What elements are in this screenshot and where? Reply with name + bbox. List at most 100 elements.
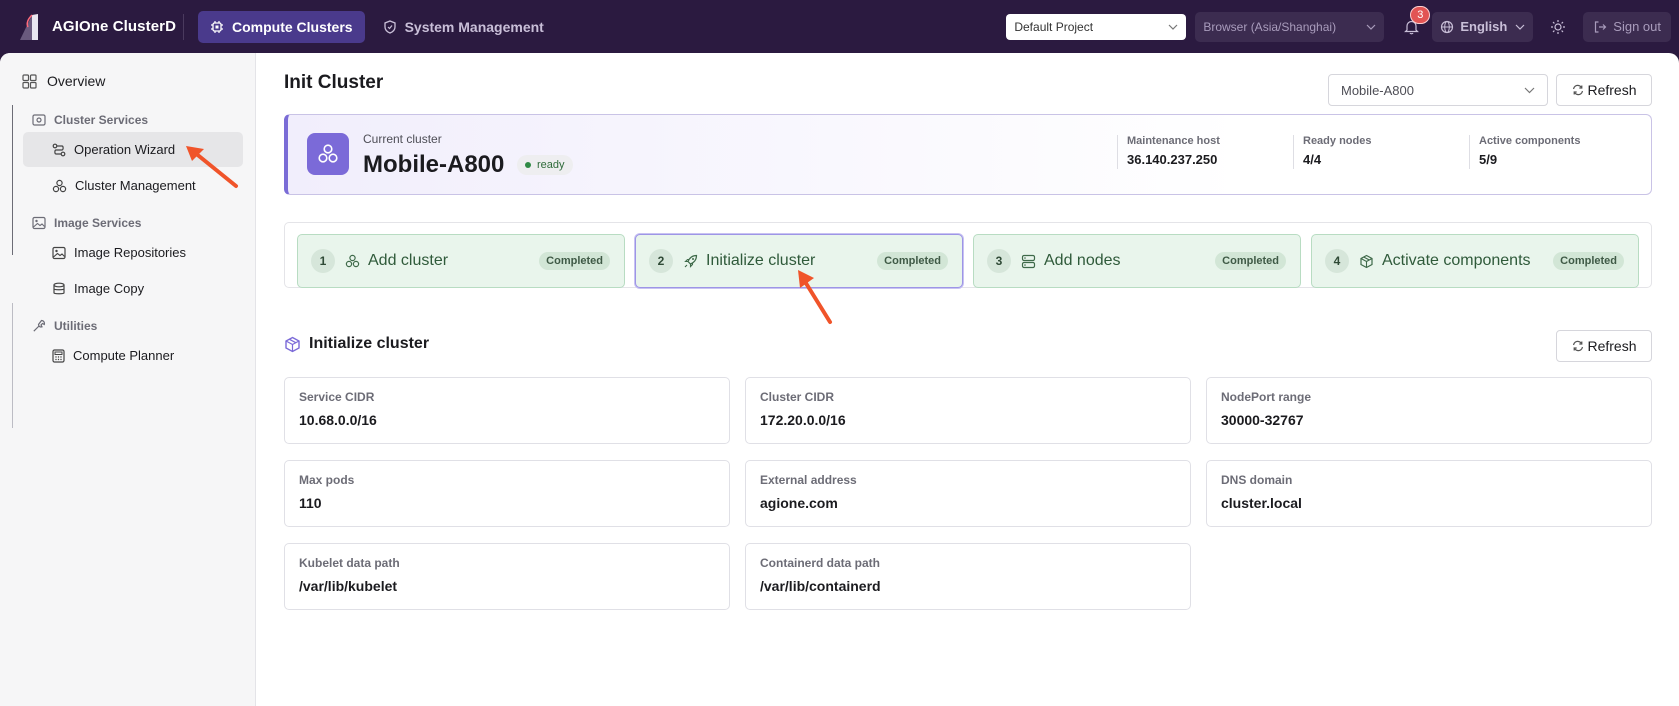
brand[interactable]: AGIOne ClusterD	[18, 13, 183, 41]
main-frame: Overview Cluster Services Operation Wiza…	[0, 53, 1679, 706]
chevron-down-icon	[1366, 24, 1376, 30]
field-label: Cluster CIDR	[760, 390, 835, 404]
sun-icon	[1551, 19, 1566, 34]
globe-icon	[1441, 20, 1454, 33]
wrench-icon	[33, 319, 46, 332]
shield-icon	[383, 19, 396, 34]
field-external-address: External address agione.com	[745, 460, 1191, 527]
step-status-badge: Completed	[877, 252, 948, 270]
server-icon	[1021, 254, 1036, 268]
sign-out-label: Sign out	[1613, 19, 1661, 34]
metric-value: 4/4	[1303, 152, 1322, 167]
field-label: Containerd data path	[760, 556, 881, 570]
field-cluster-cidr: Cluster CIDR 172.20.0.0/16	[745, 377, 1191, 444]
logout-icon	[1595, 20, 1607, 33]
sidebar-item-cluster-management[interactable]: Cluster Management	[23, 168, 243, 203]
top-navigation-bar: AGIOne ClusterD Compute Clusters System …	[0, 0, 1679, 53]
section-refresh-button[interactable]: Refresh	[1556, 330, 1652, 362]
step-label: Activate components	[1382, 252, 1531, 269]
step-status-badge: Completed	[539, 252, 610, 270]
sidebar-item-label: Image Copy	[74, 281, 145, 296]
tab-label: Compute Clusters	[232, 18, 353, 35]
step-initialize-cluster[interactable]: 2 Initialize cluster Completed	[635, 234, 963, 288]
notification-count-badge: 3	[1410, 5, 1431, 24]
current-cluster-card: Current cluster Mobile-A800 ready Mainte…	[284, 114, 1652, 195]
step-activate-components[interactable]: 4 Activate components Completed	[1311, 234, 1639, 288]
field-value: /var/lib/containerd	[760, 578, 881, 594]
status-badge: ready	[517, 155, 573, 175]
sidebar-item-label: Operation Wizard	[74, 142, 176, 157]
language-value: English	[1460, 19, 1508, 34]
tab-compute-clusters[interactable]: Compute Clusters	[198, 10, 365, 43]
field-service-cidr: Service CIDR 10.68.0.0/16	[284, 377, 730, 444]
sidebar-item-label: Overview	[47, 73, 106, 89]
sidebar-item-overview[interactable]: Overview	[22, 73, 105, 89]
status-text: ready	[537, 159, 565, 171]
sign-out-button[interactable]: Sign out	[1583, 11, 1671, 42]
wizard-icon	[52, 143, 66, 156]
sidebar-item-operation-wizard[interactable]: Operation Wizard	[23, 132, 243, 167]
sidebar-item-image-repositories[interactable]: Image Repositories	[23, 235, 243, 270]
package-icon	[1360, 254, 1373, 268]
cluster-services-icon	[32, 114, 46, 126]
section-title-text: Initialize cluster	[309, 335, 430, 352]
metric-label: Ready nodes	[1303, 135, 1372, 147]
step-status-badge: Completed	[1553, 252, 1624, 270]
step-add-nodes[interactable]: 3 Add nodes Completed	[973, 234, 1301, 288]
metric-ready-nodes: Ready nodes 4/4	[1293, 135, 1371, 169]
dashboard-icon	[22, 73, 37, 89]
image-services-icon	[32, 216, 46, 230]
timezone-select[interactable]: Browser (Asia/Shanghai)	[1195, 11, 1385, 42]
field-value: /var/lib/kubelet	[299, 578, 398, 594]
notifications-button[interactable]: 3	[1396, 5, 1431, 42]
package-icon	[285, 336, 300, 352]
group-indicator	[12, 303, 13, 368]
group-indicator	[12, 105, 13, 255]
theme-toggle-button[interactable]	[1543, 12, 1573, 42]
cluster-nodes-icon	[318, 144, 338, 163]
language-select[interactable]: English	[1432, 11, 1534, 42]
field-dns-domain: DNS domain cluster.local	[1206, 460, 1652, 527]
sidebar-item-compute-planner[interactable]: Compute Planner	[23, 338, 243, 373]
chevron-down-icon	[1168, 24, 1178, 30]
project-select[interactable]: Default Project	[1006, 13, 1187, 40]
step-add-cluster[interactable]: 1 Add cluster Completed	[297, 234, 625, 288]
current-cluster-name: Mobile-A800	[363, 151, 505, 178]
field-label: Service CIDR	[299, 390, 375, 404]
sidebar-item-label: Cluster Management	[75, 178, 196, 193]
sidebar-item-image-copy[interactable]: Image Copy	[23, 271, 243, 306]
field-label: Kubelet data path	[299, 556, 400, 570]
sidebar-group-cluster-services: Cluster Services	[32, 113, 148, 127]
metric-label: Maintenance host	[1127, 135, 1220, 147]
step-status-badge: Completed	[1215, 252, 1286, 270]
sidebar-group-utilities: Utilities	[32, 319, 97, 333]
step-number: 1	[311, 249, 335, 273]
sidebar-group-image-services: Image Services	[32, 216, 141, 230]
sidebar-item-label: Image Repositories	[74, 245, 186, 260]
sidebar-item-label: Compute Planner	[73, 348, 175, 363]
field-label: Max pods	[299, 473, 355, 487]
metric-active-components: Active components 5/9	[1469, 135, 1580, 169]
refresh-button[interactable]: Refresh	[1556, 74, 1652, 106]
tab-system-management[interactable]: System Management	[371, 11, 556, 43]
step-number: 2	[649, 249, 673, 273]
project-select-value: Default Project	[1014, 19, 1094, 34]
app-name: AGIOne ClusterD	[52, 18, 177, 35]
group-indicator	[12, 368, 13, 428]
field-label: External address	[760, 473, 857, 487]
sidebar: Overview Cluster Services Operation Wiza…	[0, 53, 256, 706]
cluster-management-icon	[52, 179, 67, 192]
field-value: 172.20.0.0/16	[760, 412, 846, 428]
sidebar-group-label: Utilities	[54, 319, 98, 333]
rocket-icon	[684, 254, 698, 268]
field-label: NodePort range	[1221, 390, 1312, 404]
field-containerd-data-path: Containerd data path /var/lib/containerd	[745, 543, 1191, 610]
cluster-select[interactable]: Mobile-A800	[1328, 74, 1548, 106]
sidebar-group-label: Cluster Services	[54, 113, 149, 127]
refresh-label: Refresh	[1587, 338, 1637, 354]
refresh-label: Refresh	[1587, 82, 1637, 98]
timezone-select-value: Browser (Asia/Shanghai)	[1203, 19, 1337, 34]
step-label: Add nodes	[1044, 252, 1121, 269]
field-value: agione.com	[760, 495, 838, 511]
cluster-icon	[307, 133, 349, 175]
